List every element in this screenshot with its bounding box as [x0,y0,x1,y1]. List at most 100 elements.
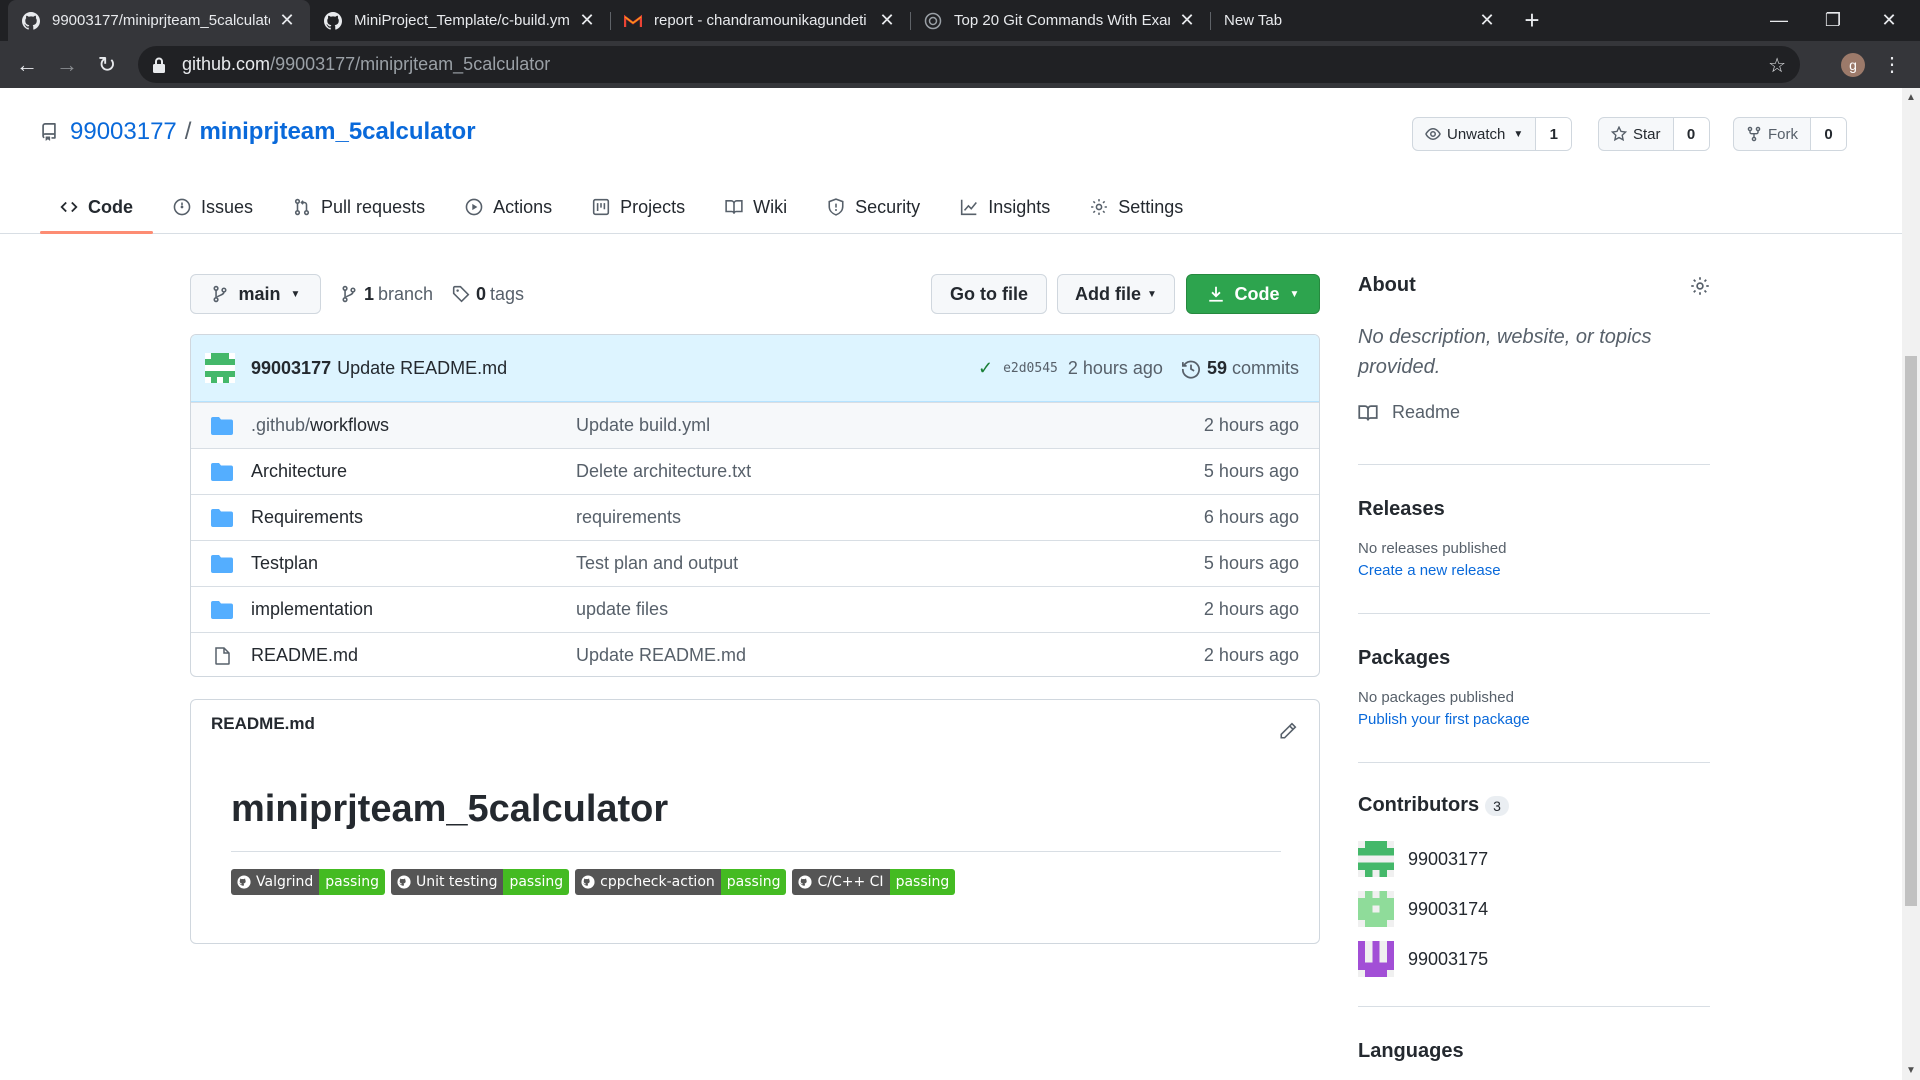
minimize-icon[interactable]: — [1756,0,1802,41]
browser-tab-2[interactable]: MiniProject_Template/c-build.yml ✕ [310,0,610,41]
tab-projects[interactable]: Projects [572,182,705,232]
tab-pull-requests[interactable]: Pull requests [273,182,445,232]
add-file-button[interactable]: Add file ▼ [1057,274,1175,314]
close-window-icon[interactable]: ✕ [1866,0,1912,41]
file-age: 2 hours ago [1203,599,1299,619]
file-name-link[interactable]: Requirements [251,507,363,528]
create-release-link[interactable]: Create a new release [1358,562,1501,579]
tab-settings[interactable]: Settings [1070,182,1203,232]
contributor-item[interactable]: 99003177 [1358,841,1488,877]
workflow-badge[interactable]: Valgrind passing [231,869,385,895]
scrollbar-thumb[interactable] [1905,356,1917,906]
tab-insights[interactable]: Insights [940,182,1070,232]
code-dropdown-button[interactable]: Code ▼ [1186,274,1320,314]
reload-icon[interactable]: ↻ [92,50,122,80]
badge-status: passing [889,869,956,895]
tab-code[interactable]: Code [40,182,153,234]
repo-icon [42,123,56,141]
readme-heading: miniprjteam_5calculator [231,788,669,830]
fork-count[interactable]: 0 [1810,118,1846,150]
contributors-title[interactable]: Contributors 3 [1358,794,1509,817]
scroll-down-icon[interactable]: ▼ [1906,1065,1916,1076]
repo-name-link[interactable]: miniprjteam_5calculator [199,118,475,146]
bookmark-star-icon[interactable]: ☆ [1768,53,1786,78]
branch-select-button[interactable]: main ▼ [190,274,321,314]
back-arrow-icon[interactable]: ← [12,50,42,80]
file-age: 6 hours ago [1203,507,1299,527]
browser-tab-3[interactable]: report - chandramounikagundeti ✕ [610,0,910,41]
gear-icon[interactable] [1690,276,1710,296]
file-name-link[interactable]: .github/workflows [251,415,389,436]
restore-icon[interactable]: ❐ [1810,0,1856,41]
packages-title[interactable]: Packages [1358,647,1450,670]
commit-sha-link[interactable]: e2d0545 [1003,361,1058,376]
close-icon[interactable]: ✕ [1478,10,1496,31]
file-name-link[interactable]: Architecture [251,461,347,482]
go-to-file-button[interactable]: Go to file [931,274,1047,314]
workflow-badge[interactable]: cppcheck-action passing [575,869,787,895]
contributors-label: Contributors [1358,794,1480,816]
file-commit-message[interactable]: update files [576,599,668,620]
contributor-item[interactable]: 99003175 [1358,941,1488,977]
branches-link[interactable]: 1 branch [340,274,433,314]
file-commit-message[interactable]: Update README.md [576,645,746,666]
file-row[interactable]: implementation update files 2 hours ago [191,586,1319,632]
file-commit-message[interactable]: Test plan and output [576,553,738,574]
folder-icon [211,555,233,573]
releases-title[interactable]: Releases [1358,498,1445,521]
badge-label: cppcheck-action [600,874,715,890]
file-name-link[interactable]: Testplan [251,553,318,574]
tab-issues[interactable]: Issues [153,182,273,232]
new-tab-button[interactable]: + [1518,6,1546,34]
readme-link[interactable]: Readme [1358,402,1460,423]
close-icon[interactable]: ✕ [278,10,296,31]
fork-button[interactable]: Fork 0 [1733,117,1847,151]
unwatch-button[interactable]: Unwatch ▼ 1 [1412,117,1573,151]
file-commit-message[interactable]: requirements [576,507,681,528]
file-row[interactable]: Testplan Test plan and output 5 hours ag… [191,540,1319,586]
page-scrollbar[interactable]: ▲ ▼ [1902,88,1920,1080]
close-icon[interactable]: ✕ [578,10,596,31]
file-row[interactable]: Requirements requirements 6 hours ago [191,494,1319,540]
tab-wiki[interactable]: Wiki [705,182,807,232]
divider [231,851,1281,852]
workflow-badge[interactable]: Unit testing passing [390,869,570,895]
commit-author-link[interactable]: 99003177 [251,358,331,379]
browser-tab-4[interactable]: Top 20 Git Commands With Exam ✕ [910,0,1210,41]
publish-package-link[interactable]: Publish your first package [1358,711,1530,728]
contributor-item[interactable]: 99003174 [1358,891,1488,927]
profile-avatar[interactable]: g [1841,53,1865,77]
commits-link[interactable]: 59 commits [1181,358,1299,379]
watch-count[interactable]: 1 [1535,118,1572,150]
file-row[interactable]: Architecture Delete architecture.txt 5 h… [191,448,1319,494]
address-bar[interactable]: github.com/99003177/miniprjteam_5calcula… [138,46,1800,83]
pencil-icon[interactable] [1279,722,1297,740]
repo-owner-link[interactable]: 99003177 [70,118,177,146]
file-name-link[interactable]: README.md [251,645,358,666]
file-row[interactable]: README.md Update README.md 2 hours ago [191,632,1319,676]
scroll-up-icon[interactable]: ▲ [1906,92,1916,103]
browser-menu-icon[interactable]: ⋮ [1882,51,1902,79]
tab-security[interactable]: Security [807,182,940,232]
badge-label: Valgrind [256,874,314,890]
author-avatar[interactable] [205,353,235,383]
file-commit-message[interactable]: Delete architecture.txt [576,461,751,482]
file-row[interactable]: .github/workflows Update build.yml 2 hou… [191,402,1319,448]
tags-link[interactable]: 0 tags [452,274,524,314]
browser-tab-5[interactable]: New Tab ✕ [1210,0,1510,41]
star-count[interactable]: 0 [1672,118,1709,150]
commit-age[interactable]: 2 hours ago [1068,358,1163,379]
browser-tab-1[interactable]: 99003177/miniprjteam_5calculator ✕ [8,0,310,41]
forward-arrow-icon[interactable]: → [52,50,82,80]
file-name-link[interactable]: implementation [251,599,373,620]
check-icon[interactable]: ✓ [978,358,993,379]
close-icon[interactable]: ✕ [878,10,896,31]
commit-message-link[interactable]: Update README.md [337,358,507,379]
file-commit-message[interactable]: Update build.yml [576,415,710,436]
star-button[interactable]: Star 0 [1598,117,1710,151]
close-icon[interactable]: ✕ [1178,10,1196,31]
branch-icon [342,285,356,303]
workflow-badge[interactable]: C/C++ CI passing [792,869,956,895]
tab-actions[interactable]: Actions [445,182,572,232]
readme-filename[interactable]: README.md [211,714,315,734]
